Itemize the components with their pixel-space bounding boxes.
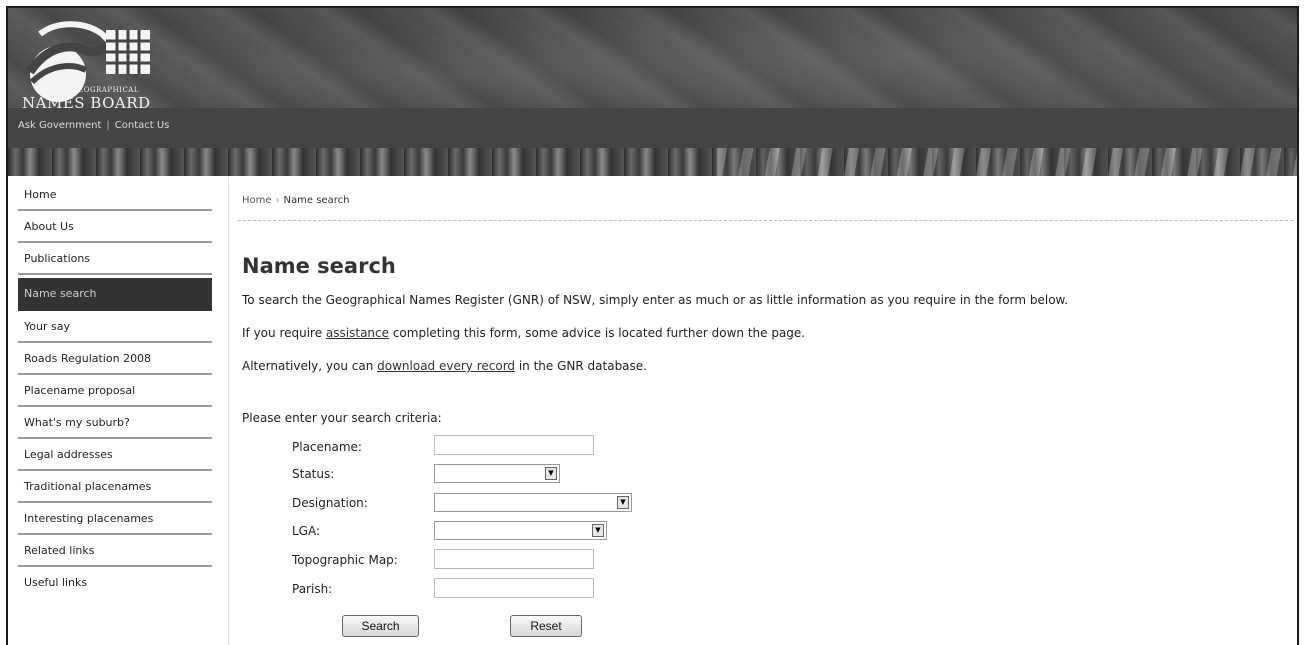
- breadcrumb-divider: [238, 220, 1293, 221]
- designation-select[interactable]: ▼: [434, 493, 632, 512]
- chevron-down-icon[interactable]: ▼: [617, 496, 629, 509]
- page-frame: GEOGRAPHICAL NAMES BOARD Ask Government |…: [6, 6, 1299, 645]
- site-header: GEOGRAPHICAL NAMES BOARD Ask Government |…: [8, 8, 1297, 176]
- sidebar-item-useful-links[interactable]: Useful links: [18, 570, 212, 599]
- search-criteria-label: Please enter your search criteria:: [242, 411, 442, 425]
- lga-label: LGA:: [292, 524, 321, 538]
- sidebar-item-legal-addresses[interactable]: Legal addresses: [18, 442, 212, 471]
- download-text-after: in the GNR database.: [515, 359, 647, 373]
- sidebar-item-traditional-placenames[interactable]: Traditional placenames: [18, 474, 212, 503]
- sidebar-item-related-links[interactable]: Related links: [18, 538, 212, 567]
- ask-government-link[interactable]: Ask Government: [18, 120, 101, 131]
- sidebar-item-about-us[interactable]: About Us: [18, 214, 212, 243]
- header-bar: [8, 108, 1297, 148]
- sidebar-item-placename-proposal[interactable]: Placename proposal: [18, 378, 212, 407]
- assistance-text-before: If you require: [242, 326, 326, 340]
- sidebar-item-home[interactable]: Home: [18, 182, 212, 211]
- sidebar-item-publications[interactable]: Publications: [18, 246, 212, 275]
- placename-input[interactable]: [434, 435, 594, 455]
- download-paragraph: Alternatively, you can download every re…: [242, 359, 647, 373]
- breadcrumb-separator: ›: [275, 195, 280, 206]
- topographic-map-input[interactable]: [434, 549, 594, 569]
- sidebar-item-your-say[interactable]: Your say: [18, 314, 212, 343]
- link-separator: |: [106, 120, 110, 131]
- assistance-text-after: completing this form, some advice is loc…: [389, 326, 806, 340]
- sidebar-nav: Home About Us Publications Name search Y…: [18, 182, 212, 602]
- intro-paragraph: To search the Geographical Names Registe…: [242, 293, 1069, 307]
- search-button[interactable]: Search: [342, 615, 419, 637]
- download-every-record-link[interactable]: download every record: [377, 359, 515, 373]
- breadcrumb-current: Name search: [283, 195, 350, 206]
- sidebar-item-name-search[interactable]: Name search: [18, 278, 212, 311]
- assistance-paragraph: If you require assistance completing thi…: [242, 326, 805, 340]
- assistance-link[interactable]: assistance: [326, 326, 389, 340]
- sidebar-item-roads-regulation[interactable]: Roads Regulation 2008: [18, 346, 212, 375]
- chevron-down-icon[interactable]: ▼: [545, 467, 557, 480]
- topographic-map-label: Topographic Map:: [292, 553, 398, 567]
- breadcrumb: Home › Name search: [242, 195, 349, 206]
- header-links: Ask Government | Contact Us: [18, 120, 169, 131]
- lga-select[interactable]: ▼: [434, 521, 607, 540]
- status-select[interactable]: ▼: [434, 464, 560, 483]
- download-text-before: Alternatively, you can: [242, 359, 378, 373]
- status-label: Status:: [292, 467, 335, 481]
- reset-button[interactable]: Reset: [510, 615, 582, 637]
- sidebar-item-interesting-placenames[interactable]: Interesting placenames: [18, 506, 212, 535]
- parish-label: Parish:: [292, 582, 333, 596]
- sidebar-item-whats-my-suburb[interactable]: What's my suburb?: [18, 410, 212, 439]
- parish-input[interactable]: [434, 578, 594, 598]
- logo-subtitle: GEOGRAPHICAL: [72, 86, 139, 94]
- designation-label: Designation:: [292, 496, 368, 510]
- breadcrumb-home-link[interactable]: Home: [242, 195, 272, 206]
- content-divider: [228, 178, 229, 645]
- header-photo-strip: [8, 148, 1297, 176]
- placename-label: Placename:: [292, 440, 362, 454]
- page-title: Name search: [242, 254, 396, 278]
- logo-title: NAMES BOARD: [22, 94, 151, 112]
- contact-us-link[interactable]: Contact Us: [115, 120, 170, 131]
- chevron-down-icon[interactable]: ▼: [592, 524, 604, 537]
